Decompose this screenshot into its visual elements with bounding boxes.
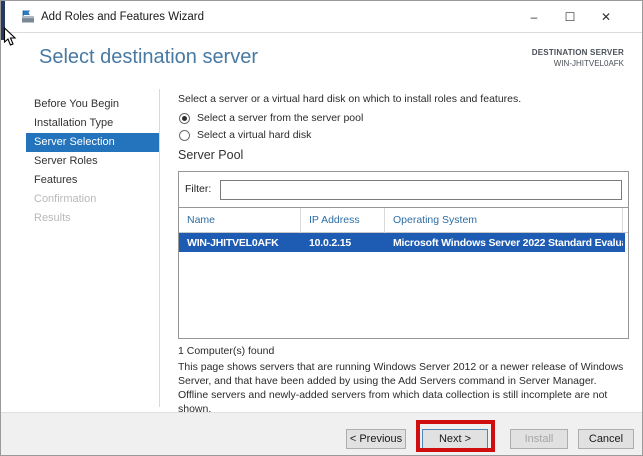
server-pool-table: Name IP Address Operating System WIN-JHI…	[179, 207, 628, 338]
intro-text: Select a server or a virtual hard disk o…	[178, 93, 522, 105]
next-button-highlight-annotation	[416, 420, 495, 452]
wizard-header: Select destination server DESTINATION SE…	[1, 33, 642, 89]
radio-unchecked-icon[interactable]	[179, 129, 190, 141]
sidebar-item-confirmation: Confirmation	[34, 193, 97, 205]
previous-button[interactable]: < Previous	[346, 429, 406, 449]
sidebar-item-server-roles[interactable]: Server Roles	[26, 152, 159, 171]
close-icon[interactable]: ✕	[588, 1, 624, 32]
cancel-button[interactable]: Cancel	[578, 429, 634, 449]
minimize-icon[interactable]: –	[516, 1, 552, 32]
destination-server-name: WIN-JHITVEL0AFK	[553, 59, 624, 68]
cell-ip-address: 10.0.2.15	[309, 236, 351, 249]
maximize-icon[interactable]: ☐	[552, 1, 588, 32]
table-header: Name IP Address Operating System	[179, 208, 628, 233]
wizard-footer: < Previous Next > Install Cancel	[1, 412, 642, 455]
radio-checked-icon[interactable]	[179, 112, 190, 124]
server-pool-title: Server Pool	[178, 148, 244, 162]
sidebar-item-installation-type[interactable]: Installation Type	[26, 114, 159, 133]
destination-server-label: DESTINATION SERVER	[531, 48, 624, 57]
radio-select-server-pool[interactable]: Select a server from the server pool	[179, 112, 363, 124]
server-pool-panel: Filter: Name IP Address Operating System…	[178, 171, 629, 339]
radio-server-pool-label: Select a server from the server pool	[197, 112, 364, 124]
window-controls: – ☐ ✕	[516, 1, 624, 32]
radio-select-vhd[interactable]: Select a virtual hard disk	[179, 129, 311, 141]
install-button[interactable]: Install	[510, 429, 568, 449]
cell-operating-system: Microsoft Windows Server 2022 Standard E…	[393, 236, 623, 249]
computers-found-count: 1 Computer(s) found	[178, 345, 275, 357]
radio-vhd-label: Select a virtual hard disk	[197, 129, 312, 141]
wizard-window: Add Roles and Features Wizard – ☐ ✕ Sele…	[0, 0, 643, 456]
cell-server-name: WIN-JHITVEL0AFK	[187, 236, 279, 249]
sidebar-item-server-selection[interactable]: Server Selection	[26, 133, 159, 152]
wizard-icon	[22, 10, 34, 23]
destination-server-block: DESTINATION SERVER WIN-JHITVEL0AFK	[532, 48, 624, 68]
column-header-name[interactable]: Name	[179, 208, 301, 233]
wizard-body: Before You Begin Installation Type Serve…	[1, 89, 642, 415]
sidebar-item-before-you-begin[interactable]: Before You Begin	[26, 95, 159, 114]
sidebar-item-results: Results	[34, 212, 71, 224]
page-title: Select destination server	[39, 46, 259, 68]
main-content: Select a server or a virtual hard disk o…	[178, 89, 629, 415]
table-row[interactable]: WIN-JHITVEL0AFK 10.0.2.15 Microsoft Wind…	[179, 233, 625, 252]
sidebar-item-features[interactable]: Features	[26, 171, 159, 190]
sidebar-separator	[159, 89, 160, 407]
column-header-operating-system[interactable]: Operating System	[385, 208, 623, 233]
column-header-ip-address[interactable]: IP Address	[301, 208, 385, 233]
titlebar: Add Roles and Features Wizard – ☐ ✕	[1, 1, 642, 33]
page-description: This page shows servers that are running…	[178, 361, 624, 415]
filter-input[interactable]	[220, 180, 622, 200]
filter-label: Filter:	[185, 183, 212, 195]
mouse-cursor-icon	[3, 27, 17, 46]
window-title: Add Roles and Features Wizard	[41, 11, 204, 23]
